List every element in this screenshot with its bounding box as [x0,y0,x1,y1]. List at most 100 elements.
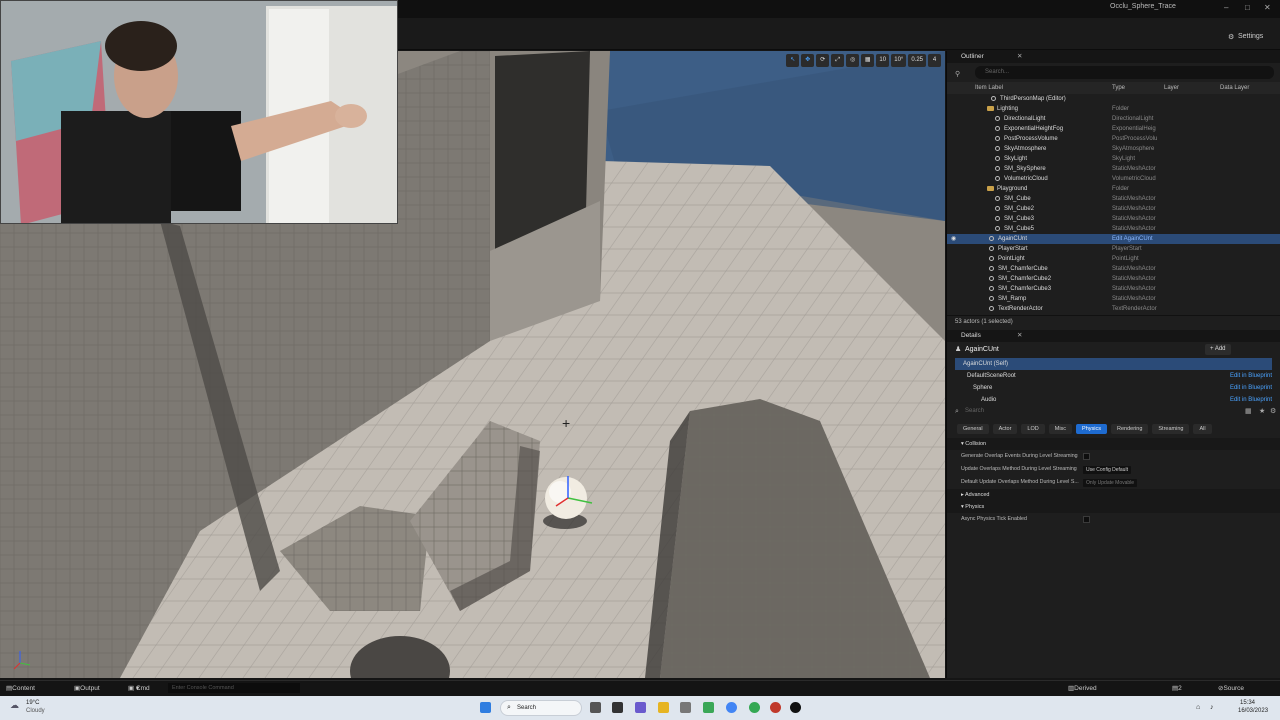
star-icon[interactable]: ★ [1259,407,1265,415]
viewport-tool-button[interactable]: 0.25 [908,54,926,67]
speaker-icon[interactable]: ♪ [1210,704,1214,711]
filter-tab-general[interactable]: General [957,424,989,434]
section-advanced[interactable]: ▸ Advanced [947,489,1280,501]
outliner-row[interactable]: SM_Cube5 StaticMeshActor [947,224,1280,234]
outliner-row[interactable]: Playground Folder [947,184,1280,194]
details-search-input[interactable]: Search [965,408,984,414]
derived-data-button[interactable]: ▥ Derived Data [1068,681,1097,708]
edit-in-blueprint-link[interactable]: Edit in Blueprint [1230,382,1272,394]
filter-tab-streaming[interactable]: Streaming [1152,424,1190,434]
outliner-row[interactable]: SM_ChamferCube2 StaticMeshActor [947,274,1280,284]
filter-tab-rendering[interactable]: Rendering [1111,424,1149,434]
outliner-row[interactable]: TextRenderActor TextRenderActor [947,304,1280,314]
outliner-row[interactable]: PointLight PointLight [947,254,1280,264]
outliner-row[interactable]: SM_Cube3 StaticMeshActor [947,214,1280,224]
output-log-button[interactable]: ▣ Output Log [74,681,100,708]
component-row[interactable]: DefaultSceneRoot Edit in Blueprint [947,370,1280,382]
viewport-tool-button[interactable]: ↖ [786,54,800,67]
outliner-row[interactable]: SkyLight SkyLight [947,154,1280,164]
task-view-icon[interactable] [612,702,623,713]
col-data-layer[interactable]: Data Layer [1220,82,1249,94]
outliner-row[interactable]: PlayerStart PlayerStart [947,244,1280,254]
edit-in-blueprint-link[interactable]: Edit in Blueprint [1230,394,1272,406]
clock-time[interactable]: 15:34 [1240,700,1255,706]
outliner-row[interactable]: PostProcessVolume PostProcessVolu [947,134,1280,144]
outliner-row[interactable]: ThirdPersonMap (Editor) [947,94,1280,104]
outliner-tab[interactable]: Outliner ✕ [947,51,1280,63]
app-icon[interactable] [770,702,781,713]
settings-button[interactable]: Settings [1238,33,1263,40]
outliner-row[interactable]: SkyAtmosphere SkyAtmosphere [947,144,1280,154]
outliner-row[interactable]: SM_Cube2 StaticMeshActor [947,204,1280,214]
wifi-icon[interactable]: ⌂ [1196,704,1200,711]
content-drawer-button[interactable]: ▤ Content Drawer [6,681,35,708]
app-icon[interactable] [590,702,601,713]
viewport-tool-button[interactable]: ▦ [861,54,875,67]
section-physics[interactable]: ▾ Physics [947,501,1280,513]
chrome-icon[interactable] [726,702,737,713]
app-icon[interactable] [680,702,691,713]
col-layer[interactable]: Layer [1164,82,1220,94]
col-type[interactable]: Type [1112,82,1164,94]
viewport-tool-button[interactable]: ◎ [846,54,860,67]
windows-start-icon[interactable] [480,702,491,713]
weather-temp[interactable]: 19°C [26,700,39,706]
viewport-tool-button[interactable]: ⤢ [831,54,845,67]
source-control-button[interactable]: ⊘ Source Control [1218,681,1244,708]
component-row[interactable]: Sphere Edit in Blueprint [947,382,1280,394]
viewport-tool-button[interactable]: ⟳ [816,54,830,67]
component-row[interactable]: AgainCUnt (Self) [955,358,1272,370]
gear-icon[interactable]: ⚙ [1270,407,1276,415]
details-tab[interactable]: Details ✕ [947,330,1280,342]
viewport-tool-button[interactable]: ✥ [801,54,815,67]
filter-icon[interactable]: ⚲ [955,70,960,78]
update-overlap-dropdown[interactable]: Use Config Default [1083,466,1131,474]
outliner-search-input[interactable]: Search... [975,66,1274,79]
console-command-input[interactable]: Enter Console Command [168,683,300,693]
outliner-row[interactable]: SM_Ramp StaticMeshActor [947,294,1280,304]
filter-tab-actor[interactable]: Actor [992,424,1018,434]
outliner-row[interactable]: SM_ChamferCube StaticMeshActor [947,264,1280,274]
outliner-row-text: SM_Cube2 [1004,206,1035,212]
outliner-row[interactable]: SM_SkySphere StaticMeshActor [947,164,1280,174]
component-row[interactable]: Audio Edit in Blueprint [947,394,1280,406]
unsaved-button[interactable]: ▤ 2 Unsaved [1172,681,1204,708]
outliner-row[interactable]: SM_Cube StaticMeshActor [947,194,1280,204]
grid-view-icon[interactable]: ▦ [1245,407,1252,415]
maximize-button[interactable]: □ [1245,3,1250,12]
app-icon[interactable] [703,702,714,713]
chrome-icon[interactable] [749,702,760,713]
generate-overlap-checkbox[interactable] [1083,453,1090,460]
visibility-eye-icon[interactable]: ◉ [951,234,956,244]
close-icon[interactable]: ✕ [1017,51,1022,63]
col-item-label[interactable]: Item Label [947,82,1112,94]
taskbar-search[interactable]: ⌕ Search [500,700,582,716]
filter-tab-physics[interactable]: Physics [1076,424,1107,434]
outliner-row[interactable]: ◉ AgainCUnt Edit AgainCUnt [947,234,1280,244]
section-collision[interactable]: ▾ Collision [947,438,1280,450]
default-update-dropdown[interactable]: Only Update Movable [1083,479,1138,487]
unreal-engine-icon[interactable] [790,702,801,713]
filter-tab-all[interactable]: All [1193,424,1212,434]
minimize-button[interactable]: – [1224,3,1228,12]
filter-tab-lod[interactable]: LOD [1021,424,1045,434]
async-physics-checkbox[interactable] [1083,516,1090,523]
edit-in-blueprint-link[interactable]: Edit in Blueprint [1230,370,1272,382]
outliner-row[interactable]: ExponentialHeightFog ExponentialHeig [947,124,1280,134]
filter-tab-misc[interactable]: Misc [1048,424,1073,434]
file-explorer-icon[interactable] [658,702,669,713]
outliner-row[interactable]: VolumetricCloud VolumetricCloud [947,174,1280,184]
close-icon[interactable]: ✕ [1017,330,1022,342]
close-window-button[interactable]: ✕ [1264,3,1271,12]
outliner-row[interactable]: Lighting Folder [947,104,1280,114]
outliner-row-text: SkyAtmosphere [1004,146,1047,152]
outliner-row[interactable]: WorldDataLayers-1 WorldDataLayers [947,314,1280,315]
viewport-tool-button[interactable]: 10° [891,54,907,67]
teams-icon[interactable] [635,702,646,713]
add-component-button[interactable]: + Add [1205,344,1231,355]
viewport-tool-button[interactable]: 4 [928,54,941,67]
outliner-row[interactable]: DirectionalLight DirectionalLight [947,114,1280,124]
cmd-dropdown[interactable]: ▣ Cmd ▾ [128,681,150,697]
outliner-row[interactable]: SM_ChamferCube3 StaticMeshActor [947,284,1280,294]
viewport-tool-button[interactable]: 10 [876,54,890,67]
